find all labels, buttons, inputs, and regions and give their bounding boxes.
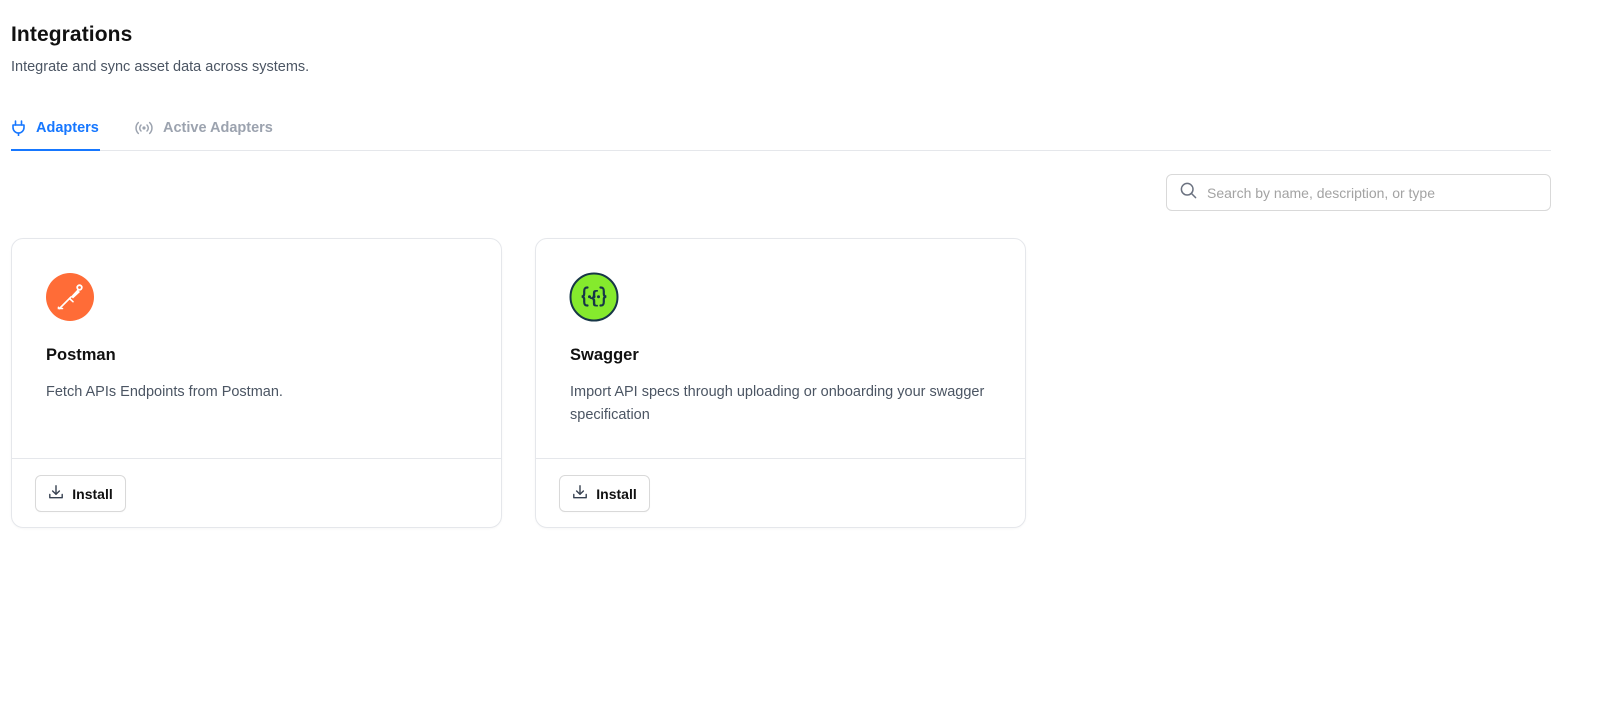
search-icon (1180, 182, 1197, 204)
search-box (1166, 174, 1551, 211)
install-button-label: Install (596, 485, 637, 502)
broadcast-icon (135, 121, 153, 135)
adapter-card-swagger: { Swagger Import API specs through uploa… (535, 238, 1026, 528)
adapter-name: Postman (46, 346, 116, 364)
search-input[interactable] (1207, 175, 1550, 210)
plug-icon (11, 119, 26, 136)
card-footer: Install (12, 458, 501, 528)
tab-adapters-label: Adapters (36, 119, 99, 136)
adapter-card-postman: Postman Fetch APIs Endpoints from Postma… (11, 238, 502, 528)
tab-active-adapters-label: Active Adapters (163, 120, 273, 136)
download-icon (48, 484, 64, 503)
swagger-logo-icon: { (569, 272, 619, 322)
install-button[interactable]: Install (559, 475, 650, 512)
tab-bar: Adapters Active Adapters (11, 106, 1551, 151)
postman-logo-icon (45, 272, 95, 322)
tab-adapters[interactable]: Adapters (11, 106, 100, 151)
download-icon (572, 484, 588, 503)
page-title: Integrations (11, 23, 133, 46)
integrations-page: Integrations Integrate and sync asset da… (0, 0, 1597, 719)
install-button[interactable]: Install (35, 475, 126, 512)
install-button-label: Install (72, 485, 113, 502)
card-footer: Install (536, 458, 1025, 528)
adapter-name: Swagger (570, 346, 639, 364)
page-subtitle: Integrate and sync asset data across sys… (11, 59, 310, 75)
adapter-description: Import API specs through uploading or on… (570, 384, 985, 423)
tab-active-adapters[interactable]: Active Adapters (135, 106, 273, 150)
adapter-description: Fetch APIs Endpoints from Postman. (46, 384, 283, 400)
